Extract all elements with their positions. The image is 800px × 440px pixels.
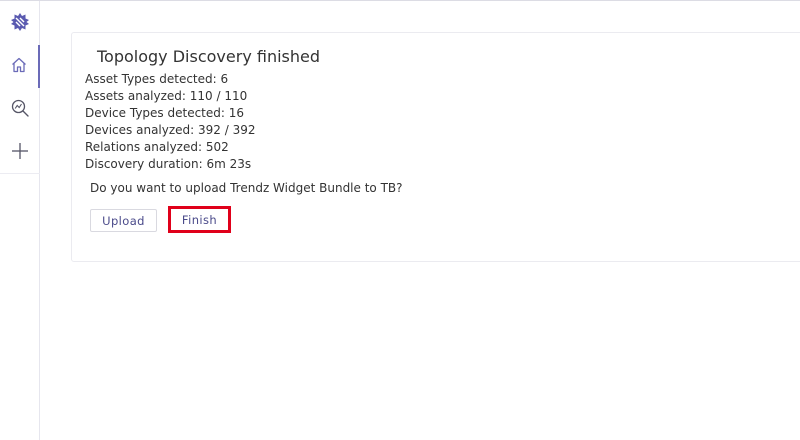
upload-question: Do you want to upload Trendz Widget Bund… xyxy=(90,181,403,195)
upload-button[interactable]: Upload xyxy=(90,209,157,232)
sidebar-divider xyxy=(0,173,40,174)
trendz-logo-icon[interactable] xyxy=(0,1,40,43)
stat-assets-analyzed: Assets analyzed: 110 / 110 xyxy=(85,89,248,103)
sidebar-item-discovery[interactable] xyxy=(0,88,40,131)
home-icon xyxy=(10,56,28,78)
search-analytics-icon xyxy=(10,98,30,122)
finish-button[interactable]: Finish xyxy=(168,206,231,233)
discovery-result-panel: Topology Discovery finished Asset Types … xyxy=(71,32,800,262)
discovery-stats-list: Asset Types detected: 6 Assets analyzed:… xyxy=(85,71,256,173)
sidebar-item-home[interactable] xyxy=(0,45,40,88)
stat-devices-analyzed: Devices analyzed: 392 / 392 xyxy=(85,123,256,137)
plus-icon xyxy=(10,141,30,165)
stat-asset-types: Asset Types detected: 6 xyxy=(85,72,229,86)
stat-relations-analyzed: Relations analyzed: 502 xyxy=(85,140,229,154)
panel-title: Topology Discovery finished xyxy=(97,47,321,66)
app-window: Topology Discovery finished Asset Types … xyxy=(0,0,800,440)
stat-discovery-duration: Discovery duration: 6m 23s xyxy=(85,157,252,171)
stat-device-types: Device Types detected: 16 xyxy=(85,106,244,120)
sidebar xyxy=(0,1,40,440)
sidebar-item-add[interactable] xyxy=(0,131,40,174)
